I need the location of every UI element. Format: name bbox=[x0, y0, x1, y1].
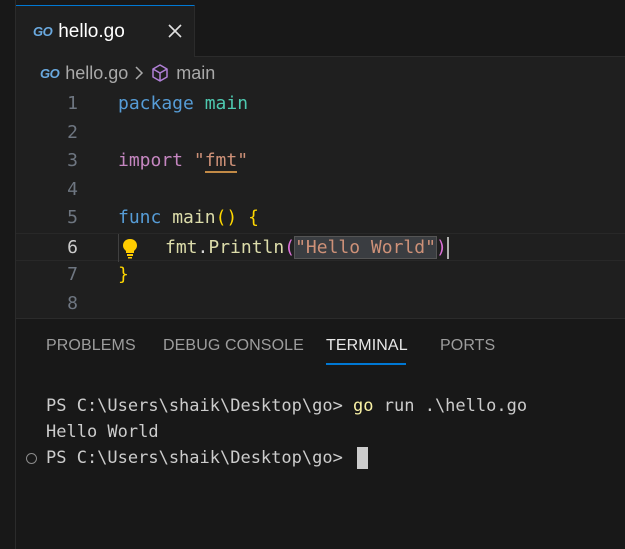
go-icon: GO bbox=[33, 24, 53, 39]
code-line: 7 } bbox=[16, 261, 625, 290]
line-number: 5 bbox=[67, 207, 78, 228]
breadcrumb: GO hello.go main bbox=[40, 60, 215, 86]
tab-label: hello.go bbox=[58, 20, 125, 42]
code-text: func main() { bbox=[118, 207, 259, 228]
panel-tabs: PROBLEMS DEBUG CONSOLE TERMINAL PORTS bbox=[16, 319, 625, 373]
close-icon[interactable] bbox=[162, 18, 188, 44]
tab-ports[interactable]: PORTS bbox=[440, 337, 495, 355]
tab-debug-console[interactable]: DEBUG CONSOLE bbox=[163, 337, 304, 355]
code-line: 5 func main() { bbox=[16, 204, 625, 233]
code-text: package main bbox=[118, 93, 249, 114]
lightbulb-icon[interactable] bbox=[120, 237, 140, 259]
circle-icon bbox=[26, 453, 37, 464]
line-number: 8 bbox=[67, 292, 78, 314]
tab-hello-go[interactable]: GO hello.go bbox=[16, 5, 195, 57]
code-line: 8 bbox=[16, 290, 625, 319]
breadcrumb-file[interactable]: hello.go bbox=[65, 63, 128, 84]
tab-terminal[interactable]: TERMINAL bbox=[326, 337, 408, 355]
cube-icon bbox=[150, 63, 170, 83]
line-number: 7 bbox=[67, 264, 78, 285]
active-tab-indicator bbox=[326, 363, 406, 365]
terminal-prompt-row: PS C:\Users\shaik\Desktop\go> bbox=[16, 445, 625, 471]
terminal-line: PS C:\Users\shaik\Desktop\go> bbox=[46, 445, 369, 471]
code-editor[interactable]: 1 package main 2 3 import "fmt" 4 5 func… bbox=[16, 90, 625, 320]
tab-problems[interactable]: PROBLEMS bbox=[46, 337, 136, 355]
line-number: 2 bbox=[67, 121, 78, 143]
line-number: 3 bbox=[67, 150, 78, 171]
line-number: 1 bbox=[67, 93, 78, 114]
terminal-cursor bbox=[357, 447, 369, 469]
code-text: } bbox=[118, 264, 129, 285]
go-icon: GO bbox=[40, 65, 60, 81]
activity-strip bbox=[0, 0, 16, 549]
indent-guide bbox=[118, 233, 119, 262]
code-line: 2 bbox=[16, 119, 625, 148]
code-line: 3 import "fmt" bbox=[16, 147, 625, 176]
editor-tab-bar: GO hello.go bbox=[16, 0, 625, 57]
line-number: 4 bbox=[67, 178, 78, 200]
code-line: 1 package main bbox=[16, 90, 625, 119]
chevron-right-icon bbox=[134, 66, 144, 80]
bottom-panel: PROBLEMS DEBUG CONSOLE TERMINAL PORTS PS… bbox=[16, 318, 625, 549]
line-number: 6 bbox=[67, 236, 78, 258]
code-line: 4 bbox=[16, 176, 625, 205]
text-cursor bbox=[446, 236, 449, 259]
terminal-line: PS C:\Users\shaik\Desktop\go> go run .\h… bbox=[46, 396, 528, 416]
code-text: fmt.Println("Hello World") bbox=[165, 235, 449, 259]
breadcrumb-symbol[interactable]: main bbox=[176, 63, 215, 84]
terminal-line: Hello World bbox=[46, 422, 159, 442]
code-text: import "fmt" bbox=[118, 150, 249, 173]
code-line-current: 6 fmt.Println("Hello World") bbox=[16, 232, 625, 262]
